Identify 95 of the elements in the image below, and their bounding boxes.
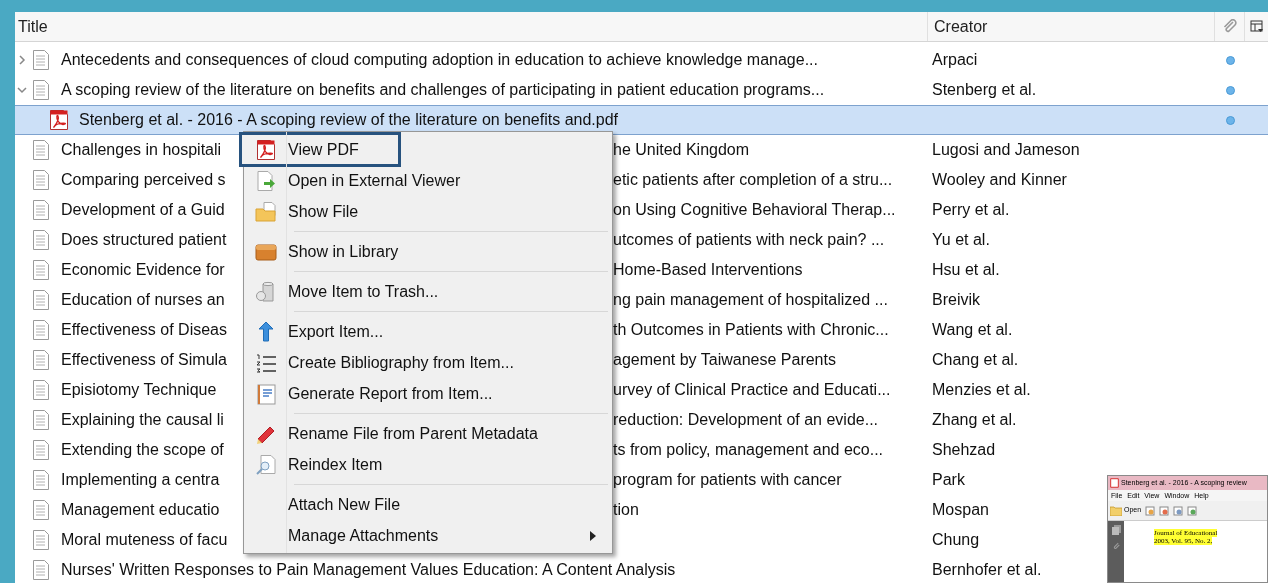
document-icon — [32, 49, 50, 71]
row-title: Education of nurses an — [61, 291, 225, 308]
row-creator: Yu et al. — [932, 231, 990, 248]
row-creator: Bernhofer et al. — [932, 561, 1042, 578]
row-title: on Using Cognitive Behavioral Therap... — [613, 200, 896, 220]
document-icon — [32, 79, 50, 101]
row-title: Challenges in hospitali — [61, 141, 222, 158]
menu-item[interactable]: Reindex Item — [244, 449, 612, 480]
folder-icon — [1110, 505, 1122, 516]
row-title: Stenberg et al. - 2016 - A scoping review of the literature on benefits and.pdf — [79, 111, 618, 128]
document-icon — [32, 379, 50, 401]
row-title: program for patients with cancer — [613, 470, 842, 490]
row-title: th Outcomes in Patients with Chronic... — [613, 320, 889, 340]
row-title: Explaining the causal li — [61, 411, 224, 428]
numbered-list-icon — [255, 351, 277, 374]
document-icon — [32, 439, 50, 461]
row-title: etic patients after completion of a stru... — [613, 170, 893, 190]
row-creator: Zhang et al. — [932, 411, 1017, 428]
menu-item[interactable]: View PDF — [241, 134, 399, 165]
row-creator: Arpaci — [932, 51, 978, 68]
row-title: utcomes of patients with neck pain? ... — [613, 230, 885, 250]
report-icon — [255, 382, 277, 405]
row-title: Antecedents and consequences of cloud computing adoption in education to achieve knowledge manage... — [61, 51, 818, 68]
document-arrow-icon — [255, 169, 277, 192]
document-icon — [32, 469, 50, 491]
row-creator: Menzies et al. — [932, 381, 1031, 398]
toolbar-icon — [1159, 505, 1170, 516]
row-title: Home-Based Interventions — [613, 260, 803, 280]
column-header[interactable]: Title — [15, 12, 928, 41]
document-icon — [32, 349, 50, 371]
row-creator: Wooley and Kinner — [932, 171, 1067, 188]
row-title: Moral muteness of facu — [61, 531, 228, 548]
document-icon — [32, 529, 50, 551]
menu-item[interactable]: Rename File from Parent Metadata — [244, 418, 612, 449]
row-title: tion — [613, 500, 639, 520]
row-title: ts from policy, management and eco... — [613, 440, 884, 460]
row-title: Effectiveness of Diseas — [61, 321, 227, 338]
row-title: Economic Evidence for — [61, 261, 225, 278]
row-creator: Hsu et al. — [932, 261, 1000, 278]
row-title: agement by Taiwanese Parents — [613, 350, 836, 370]
column-header[interactable]: Creator — [928, 12, 1215, 41]
row-creator: Stenberg et al. — [932, 81, 1037, 98]
row-title: Effectiveness of Simula — [61, 351, 227, 368]
document-icon — [32, 289, 50, 311]
row-title: A scoping review of the literature on benefits and challenges of participating in patient education programs... — [61, 81, 825, 98]
toolbar-icon — [1187, 505, 1198, 516]
menu-item[interactable]: Generate Report from Item... — [244, 378, 612, 409]
menu-item[interactable]: Create Bibliography from Item... — [244, 347, 612, 378]
menu-item[interactable]: Show File — [244, 196, 612, 227]
row-title: Implementing a centra — [61, 471, 220, 488]
pages-icon — [1111, 525, 1121, 535]
menu-item[interactable]: Move Item to Trash... — [244, 276, 612, 307]
row-title: reduction: Development of an evide... — [613, 410, 879, 430]
paperclip-icon — [1111, 541, 1121, 551]
row-title: Extending the scope of — [61, 441, 224, 458]
row-title: Does structured patient — [61, 231, 227, 248]
magnifier-document-icon — [255, 453, 277, 476]
row-creator: Park — [932, 471, 965, 488]
row-title: Nurses' Written Responses to Pain Management Values Education: A Content Analysis — [61, 561, 676, 578]
row-creator: Lugosi and Jameson — [932, 141, 1080, 158]
menu-item[interactable]: Manage Attachments — [244, 520, 612, 551]
folder-icon — [255, 200, 277, 223]
row-title: Management educatio — [61, 501, 220, 518]
row-creator: Mospan — [932, 501, 989, 518]
menu-item[interactable]: Attach New File — [244, 489, 612, 520]
paperclip-icon — [1221, 18, 1238, 35]
row-title: Development of a Guid — [61, 201, 225, 218]
row-title: ng pain management of hospitalized ... — [613, 290, 888, 310]
menu-item[interactable]: Export Item... — [244, 316, 612, 347]
row-creator: Chang et al. — [932, 351, 1019, 368]
document-icon — [32, 199, 50, 221]
row-title: he United Kingdom — [613, 140, 750, 160]
document-icon — [32, 229, 50, 251]
row-creator: Wang et al. — [932, 321, 1013, 338]
row-creator: Breivik — [932, 291, 980, 308]
row-title: Episiotomy Technique — [61, 381, 217, 398]
row-creator: Shehzad — [932, 441, 996, 458]
pdf-file-icon — [49, 109, 69, 131]
document-icon — [32, 499, 50, 521]
row-title: urvey of Clinical Practice and Educati... — [613, 380, 891, 400]
trash-can-icon — [255, 280, 277, 303]
toolbar-icon — [1145, 505, 1156, 516]
menu-item[interactable]: Open in External Viewer — [244, 165, 612, 196]
document-icon — [32, 319, 50, 341]
document-icon — [32, 169, 50, 191]
list-row[interactable]: Stenberg et al. - 2016 - A scoping review of the literature on benefits and.pdf — [15, 105, 1268, 135]
row-title: Comparing perceived s — [61, 171, 226, 188]
row-creator: Perry et al. — [932, 201, 1010, 218]
column-picker-icon[interactable] — [1249, 19, 1264, 34]
document-icon — [32, 409, 50, 431]
row-creator: Chung — [932, 531, 980, 548]
document-icon — [32, 259, 50, 281]
menu-item[interactable]: Show in Library — [244, 236, 612, 267]
document-icon — [32, 139, 50, 161]
toolbar-icon — [1173, 505, 1184, 516]
